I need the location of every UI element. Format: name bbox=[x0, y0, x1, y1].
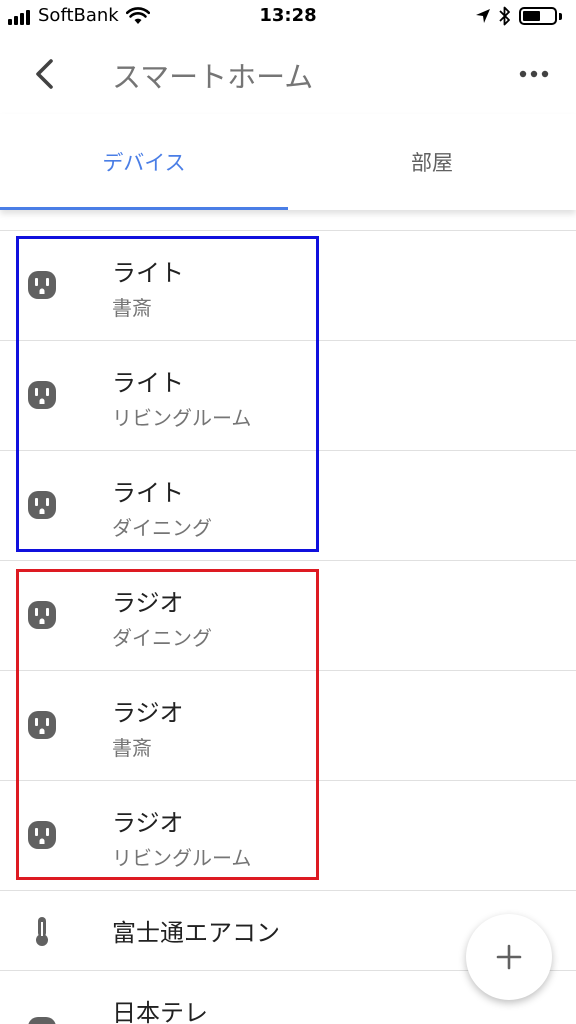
outlet-icon bbox=[28, 601, 56, 629]
device-room: 書斎 bbox=[112, 296, 152, 320]
device-item-light-dining[interactable]: ライト ダイニング bbox=[0, 450, 576, 560]
outlet-icon bbox=[28, 271, 56, 299]
outlet-icon bbox=[28, 381, 56, 409]
chevron-left-icon bbox=[36, 59, 53, 89]
device-room: リビングルーム bbox=[112, 406, 252, 430]
device-room: 書斎 bbox=[112, 736, 152, 760]
outlet-icon bbox=[28, 821, 56, 849]
device-item-radio-living[interactable]: ラジオ リビングルーム bbox=[0, 780, 576, 890]
thermometer-icon bbox=[36, 917, 48, 946]
device-room: ダイニング bbox=[112, 626, 212, 650]
outlet-icon bbox=[28, 711, 56, 739]
device-name: ライト bbox=[112, 479, 184, 507]
device-item-radio-study[interactable]: ラジオ 書斎 bbox=[0, 670, 576, 780]
battery-level bbox=[523, 11, 540, 21]
battery-icon bbox=[519, 7, 557, 25]
tab-devices[interactable]: デバイス bbox=[0, 114, 288, 210]
outlet-icon bbox=[28, 1017, 56, 1024]
app-bar: スマートホーム bbox=[0, 34, 576, 114]
device-list: ライト 書斎 ライト リビングルーム ライト ダイニング ラジオ ダイニング ラ… bbox=[0, 230, 576, 1024]
back-button[interactable] bbox=[22, 52, 66, 96]
device-item-light-study[interactable]: ライト 書斎 bbox=[0, 230, 576, 340]
device-name: 日本テレ bbox=[112, 999, 208, 1024]
page-title: スマートホーム bbox=[112, 60, 314, 94]
status-right bbox=[467, 6, 562, 26]
add-device-button[interactable] bbox=[466, 914, 552, 1000]
device-name: ラジオ bbox=[112, 809, 184, 837]
battery-tip bbox=[559, 12, 562, 20]
device-item-light-living[interactable]: ライト リビングルーム bbox=[0, 340, 576, 450]
device-name: ライト bbox=[112, 259, 184, 287]
more-menu-button[interactable] bbox=[512, 54, 556, 94]
status-bar: SoftBank 13:28 bbox=[0, 0, 576, 34]
tab-bar: デバイス 部屋 bbox=[0, 114, 576, 210]
device-item-radio-dining[interactable]: ラジオ ダイニング bbox=[0, 560, 576, 670]
device-room: ダイニング bbox=[112, 516, 212, 540]
tab-indicator bbox=[0, 207, 288, 210]
device-name: ラジオ bbox=[112, 699, 184, 727]
location-arrow-icon bbox=[476, 9, 490, 23]
bluetooth-icon bbox=[499, 6, 510, 26]
device-room: リビングルーム bbox=[112, 846, 252, 870]
outlet-icon bbox=[28, 491, 56, 519]
device-name: ラジオ bbox=[112, 589, 184, 617]
more-horiz-icon bbox=[519, 70, 549, 78]
device-name: ライト bbox=[112, 369, 184, 397]
device-name: 富士通エアコン bbox=[112, 919, 280, 947]
plus-icon bbox=[496, 944, 522, 970]
tab-rooms[interactable]: 部屋 bbox=[288, 114, 576, 210]
